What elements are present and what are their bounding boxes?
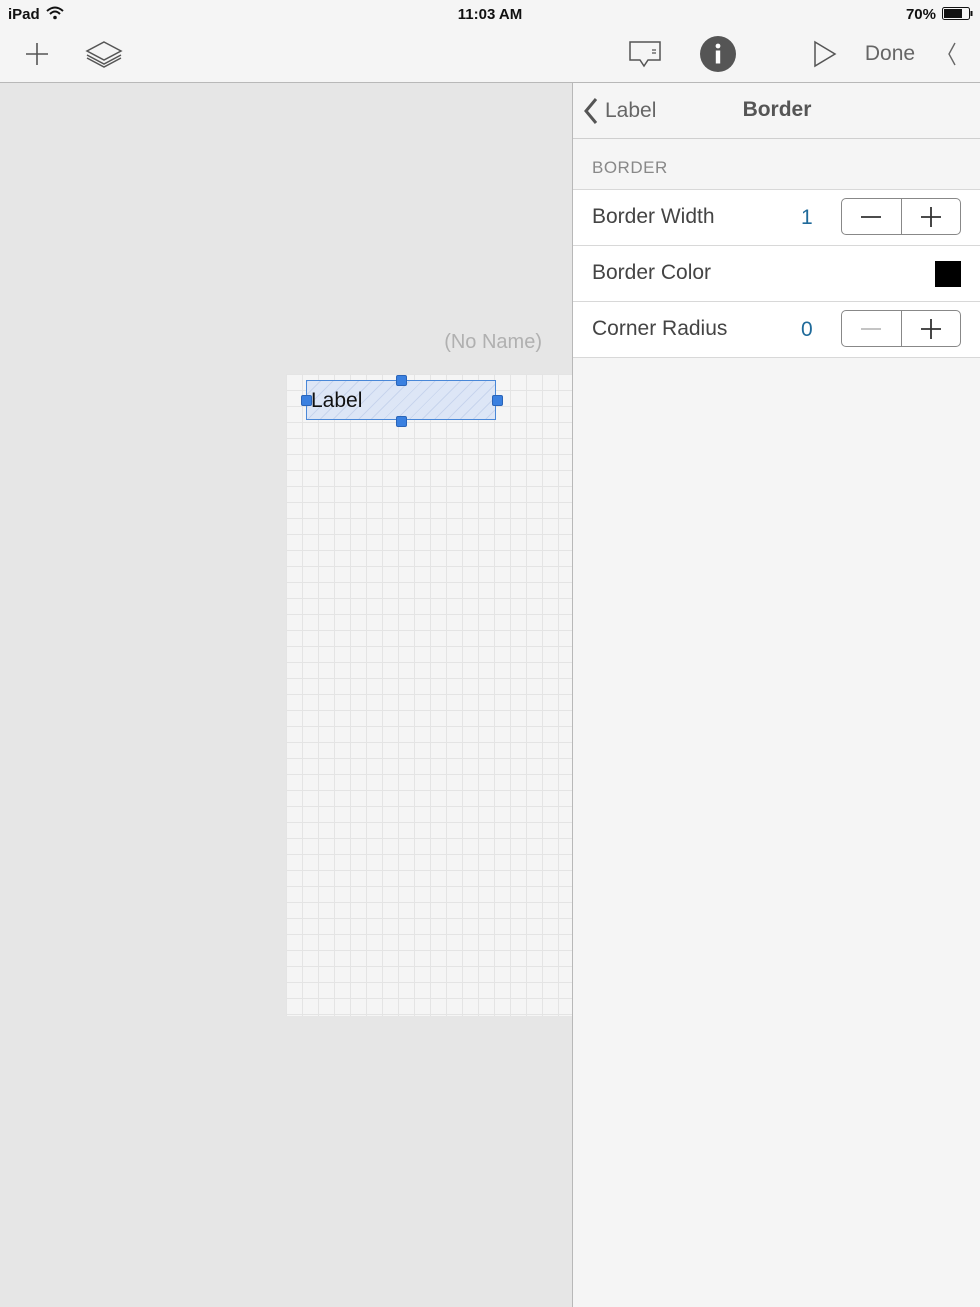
resize-handle-right[interactable] xyxy=(492,395,503,406)
row-border-width: Border Width 1 xyxy=(573,190,980,246)
comment-button[interactable] xyxy=(626,36,664,72)
battery-percent: 70% xyxy=(905,6,936,23)
selected-label-element[interactable]: Label xyxy=(306,380,496,420)
status-bar: iPad 11:03 AM 70% xyxy=(0,0,980,28)
inspector-panel: Label Border BORDER Border Width 1 Borde… xyxy=(572,83,980,1307)
collapse-panel-button[interactable] xyxy=(942,36,962,72)
row-corner-radius: Corner Radius 0 xyxy=(573,302,980,358)
plus-icon xyxy=(26,43,48,65)
plus-icon xyxy=(920,206,941,227)
play-button[interactable] xyxy=(810,36,840,72)
border-width-decrement-button[interactable] xyxy=(842,199,901,234)
add-button[interactable] xyxy=(20,36,54,72)
comment-icon xyxy=(629,41,661,68)
minus-icon xyxy=(861,215,882,218)
plus-icon xyxy=(920,318,941,339)
layers-button[interactable] xyxy=(84,36,124,72)
artboard[interactable] xyxy=(286,374,572,1016)
info-button[interactable] xyxy=(699,36,737,72)
corner-radius-increment-button[interactable] xyxy=(900,311,961,346)
border-width-stepper xyxy=(841,198,961,235)
inspector-title: Border xyxy=(742,98,812,121)
chevron-left-icon xyxy=(948,42,956,66)
play-icon xyxy=(814,40,837,68)
document-name[interactable]: (No Name) xyxy=(444,331,542,354)
label-element-text: Label xyxy=(311,389,363,412)
info-icon xyxy=(700,36,736,72)
battery-icon xyxy=(942,7,974,20)
row-border-color[interactable]: Border Color xyxy=(573,246,980,302)
canvas-area[interactable]: (No Name) Label xyxy=(0,83,572,1307)
border-width-increment-button[interactable] xyxy=(900,199,961,234)
minus-icon xyxy=(861,327,882,330)
border-width-value: 1 xyxy=(801,206,813,229)
section-header: BORDER xyxy=(592,158,668,177)
resize-handle-left[interactable] xyxy=(301,395,312,406)
inspector-nav-bar: Label Border xyxy=(573,83,980,139)
resize-handle-top[interactable] xyxy=(396,375,407,386)
corner-radius-decrement-button[interactable] xyxy=(842,311,901,346)
done-button[interactable]: Done xyxy=(860,36,920,72)
border-settings-list: Border Width 1 Border Color Corner Radiu… xyxy=(573,189,980,358)
border-width-label: Border Width xyxy=(592,205,715,228)
corner-radius-stepper xyxy=(841,310,961,347)
corner-radius-value: 0 xyxy=(801,318,813,341)
layers-icon xyxy=(85,41,123,68)
toolbar: Done xyxy=(0,28,980,83)
resize-handle-bottom[interactable] xyxy=(396,416,407,427)
border-color-swatch[interactable] xyxy=(935,261,961,287)
corner-radius-label: Corner Radius xyxy=(592,317,728,340)
border-color-label: Border Color xyxy=(592,261,712,284)
clock: 11:03 AM xyxy=(457,6,523,23)
